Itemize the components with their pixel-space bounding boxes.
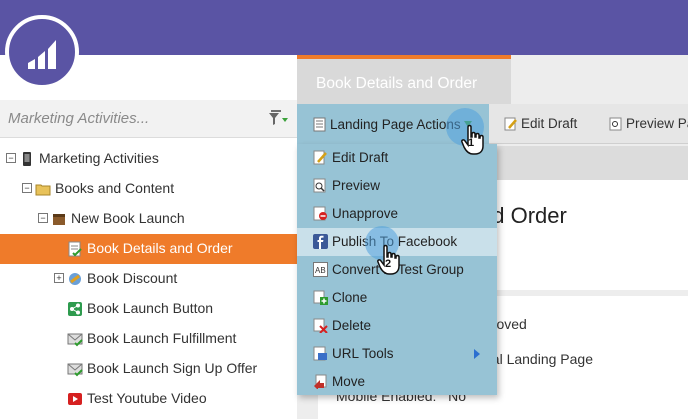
collapse-icon[interactable]: −	[38, 213, 48, 223]
edit-icon	[313, 150, 327, 165]
tree-item-label: Test Youtube Video	[87, 390, 207, 406]
tree-item-books-and-content[interactable]: − Books and Content	[0, 174, 297, 204]
menu-item-preview[interactable]: Preview	[297, 172, 497, 200]
landing-page-type: ual Landing Page	[484, 351, 593, 367]
menu-item-delete[interactable]: Delete	[297, 312, 497, 340]
menu-item-clone[interactable]: Clone	[297, 284, 497, 312]
preview-icon	[313, 178, 326, 193]
tree-item-label: Book Details and Order	[87, 240, 233, 256]
menu-item-label: URL Tools	[332, 346, 394, 361]
preview-page-button[interactable]: Preview Pa	[609, 116, 688, 131]
tree-item-book-launch-button[interactable]: Book Launch Button	[0, 294, 297, 324]
step-number-1: 1	[468, 137, 475, 149]
unapprove-icon	[313, 206, 327, 221]
step-number-2: 2	[385, 258, 392, 270]
preview-icon	[609, 117, 622, 131]
menu-item-label: Unapprove	[332, 206, 399, 221]
logo-bars-icon	[28, 40, 56, 69]
collapse-icon[interactable]: −	[22, 183, 32, 193]
landing-page-icon	[313, 117, 326, 132]
expand-icon[interactable]: +	[54, 273, 64, 283]
tree-item-new-book-launch[interactable]: − New Book Launch	[0, 204, 297, 234]
tree-item-book-launch-fulfillment[interactable]: Book Launch Fulfillment	[0, 324, 297, 354]
delete-icon	[313, 318, 328, 333]
tree-item-label: Marketing Activities	[39, 150, 159, 166]
tree-item-label: Book Launch Sign Up Offer	[87, 360, 258, 376]
move-icon	[314, 374, 327, 389]
menu-item-label: Clone	[332, 290, 368, 305]
menu-item-url-tools[interactable]: URL Tools	[297, 340, 497, 368]
menu-item-move[interactable]: Move	[297, 368, 497, 396]
tree-item-label: Book Discount	[87, 270, 178, 286]
tree-item-label: Book Launch Fulfillment	[87, 330, 237, 346]
tree-item-marketing-activities[interactable]: − Marketing Activities	[0, 144, 297, 174]
ab-test-icon: AB	[313, 262, 328, 277]
tree-item-label: New Book Launch	[71, 210, 185, 226]
phone-icon	[23, 152, 31, 166]
email-approved-icon	[67, 333, 83, 347]
collapse-icon[interactable]: −	[6, 153, 16, 163]
tree-item-book-discount[interactable]: + Book Discount	[0, 264, 297, 294]
tree-item-label: Books and Content	[55, 180, 175, 196]
clone-icon	[313, 290, 328, 305]
menu-item-label: Preview	[332, 178, 381, 193]
edit-draft-button[interactable]: Edit Draft	[504, 116, 577, 131]
facebook-icon	[313, 234, 328, 249]
tab-book-details-and-order[interactable]: Book Details and Order	[297, 55, 511, 104]
top-bar	[0, 0, 688, 55]
search-input[interactable]: Marketing Activities...	[8, 110, 149, 127]
search-row: Marketing Activities...	[0, 100, 297, 138]
menu-item-label: Move	[332, 374, 366, 389]
folder-icon	[35, 184, 51, 196]
submenu-arrow-icon	[474, 349, 480, 359]
tab-label: Book Details and Order	[316, 75, 478, 92]
program-icon	[69, 273, 81, 285]
preview-label: Preview Pa	[626, 116, 688, 131]
edit-draft-label: Edit Draft	[521, 116, 578, 131]
tree-item-test-youtube-video[interactable]: Test Youtube Video	[0, 384, 297, 414]
share-icon	[68, 302, 82, 316]
landing-page-approved-icon	[68, 241, 82, 257]
svg-text:AB: AB	[315, 266, 326, 275]
tree-item-label: Book Launch Button	[87, 300, 214, 316]
marketo-logo[interactable]	[5, 15, 79, 89]
youtube-icon	[68, 393, 82, 405]
landing-page-actions-label: Landing Page Actions	[330, 117, 461, 132]
edit-icon	[504, 117, 517, 131]
tree-item-book-launch-sign-up-offer[interactable]: Book Launch Sign Up Offer	[0, 354, 297, 384]
filter-icon[interactable]	[267, 109, 289, 129]
program-icon	[53, 214, 65, 225]
menu-item-label: Edit Draft	[332, 150, 389, 165]
url-tools-icon	[313, 346, 327, 361]
menu-item-label: Delete	[332, 318, 372, 333]
menu-item-unapprove[interactable]: Unapprove	[297, 200, 497, 228]
email-approved-icon	[67, 363, 83, 377]
tree-item-book-details-and-order[interactable]: Book Details and Order	[0, 234, 297, 264]
